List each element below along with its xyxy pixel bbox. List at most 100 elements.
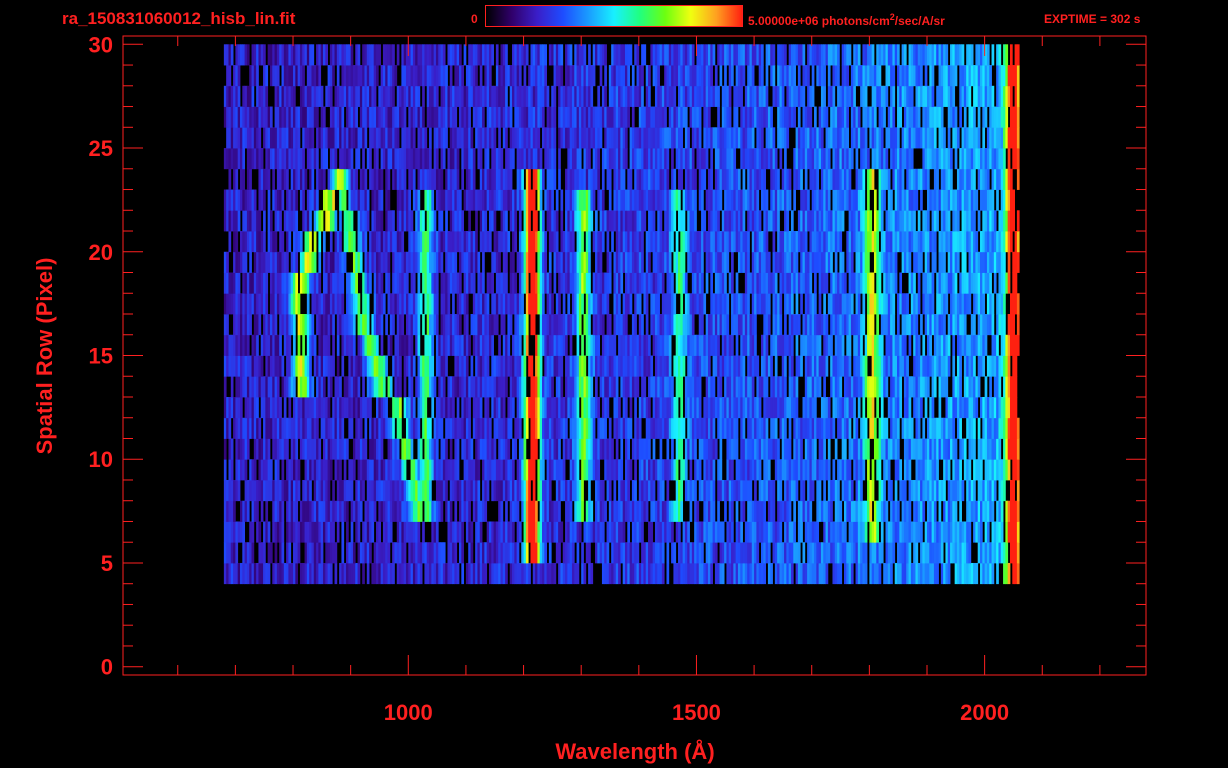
heatmap-cell <box>316 438 319 460</box>
heatmap-cell <box>890 272 893 294</box>
heatmap-cell <box>290 210 294 232</box>
heatmap-cell <box>279 438 282 460</box>
heatmap-cell <box>956 314 960 336</box>
heatmap-cell <box>574 459 577 481</box>
heatmap-cell <box>382 231 386 253</box>
heatmap-cell <box>544 231 548 253</box>
heatmap-cell <box>864 376 868 398</box>
heatmap-cell <box>267 521 271 543</box>
heatmap-cell <box>230 355 234 377</box>
heatmap-cell <box>701 231 704 253</box>
heatmap-cell <box>516 334 520 356</box>
heatmap-cell <box>767 438 771 460</box>
heatmap-cell <box>666 438 670 460</box>
heatmap-cell <box>816 251 820 273</box>
heatmap-cell <box>417 272 421 294</box>
heatmap-cell <box>933 438 937 460</box>
heatmap-cell <box>1014 355 1018 377</box>
heatmap-cell <box>440 231 444 253</box>
heatmap-cell <box>724 293 727 315</box>
heatmap-cell <box>959 459 962 481</box>
heatmap-cell <box>355 562 358 585</box>
heatmap-cell <box>329 562 333 585</box>
heatmap-cell <box>689 251 693 273</box>
heatmap-cell <box>417 251 421 273</box>
heatmap-cell <box>989 251 992 273</box>
heatmap-cell <box>809 334 813 356</box>
heatmap-cell <box>401 210 405 232</box>
heatmap-cell <box>459 293 462 315</box>
heatmap-cell <box>465 500 469 522</box>
heatmap-cell <box>947 355 951 377</box>
heatmap-cell <box>654 521 658 543</box>
heatmap-cell <box>966 355 969 377</box>
heatmap-cell <box>1016 562 1020 585</box>
heatmap-cell <box>318 438 322 460</box>
heatmap-cell <box>744 251 748 273</box>
heatmap-cell <box>1012 355 1015 377</box>
heatmap-cell <box>558 479 561 502</box>
heatmap-cell <box>1003 396 1006 419</box>
heatmap-cell <box>505 438 508 460</box>
heatmap-cell <box>659 314 663 336</box>
heatmap-cell <box>482 459 485 481</box>
heatmap-cell <box>767 272 771 294</box>
heatmap-cell <box>984 251 988 273</box>
heatmap-cell <box>606 438 610 460</box>
heatmap-cell <box>779 521 783 543</box>
heatmap-cell <box>371 231 375 253</box>
heatmap-cell <box>369 251 372 273</box>
heatmap-cell <box>684 314 688 336</box>
heatmap-cell <box>512 355 515 377</box>
heatmap-cell <box>500 355 504 377</box>
heatmap-cell <box>848 293 852 315</box>
heatmap-cell <box>341 314 345 336</box>
heatmap-cell <box>641 314 644 336</box>
heatmap-cell <box>998 293 1002 315</box>
heatmap-cell <box>903 438 907 460</box>
heatmap-cell <box>740 231 743 253</box>
heatmap-cell <box>293 376 296 398</box>
heatmap-cell <box>313 542 317 564</box>
heatmap-cell <box>959 355 962 377</box>
heatmap-cell <box>862 376 866 398</box>
heatmap-cell <box>871 355 875 377</box>
heatmap-cell <box>772 542 776 564</box>
heatmap-cell <box>336 521 340 543</box>
heatmap-cell <box>680 542 684 564</box>
heatmap-cell <box>320 521 324 543</box>
heatmap-cell <box>834 521 838 543</box>
heatmap-cell <box>869 376 873 398</box>
heatmap-cell <box>233 334 236 356</box>
heatmap-cell <box>578 272 582 294</box>
heatmap-cell <box>717 521 720 543</box>
heatmap-cell <box>954 500 958 522</box>
heatmap-cell <box>973 417 976 439</box>
heatmap-cell <box>256 417 259 439</box>
heatmap-cell <box>860 314 863 336</box>
heatmap-cell <box>394 479 398 502</box>
heatmap-cell <box>650 479 654 502</box>
heatmap-cell <box>502 396 506 419</box>
heatmap-cell <box>943 417 946 439</box>
heatmap-cell <box>601 438 605 460</box>
heatmap-cell <box>316 562 319 585</box>
heatmap-cell <box>915 376 919 398</box>
heatmap-cell <box>878 438 882 460</box>
heatmap-cell <box>327 542 331 564</box>
heatmap-cell <box>276 479 280 502</box>
heatmap-cell <box>509 459 513 481</box>
heatmap-cell <box>991 542 995 564</box>
heatmap-cell <box>830 251 833 273</box>
heatmap-cell <box>890 438 893 460</box>
heatmap-cell <box>442 479 446 502</box>
heatmap-cell <box>366 521 370 543</box>
heatmap-cell <box>682 417 686 439</box>
heatmap-cell <box>366 314 370 336</box>
heatmap-cell <box>915 355 919 377</box>
heatmap-cell <box>666 355 670 377</box>
heatmap-cell <box>756 542 760 564</box>
heatmap-cell <box>920 396 923 419</box>
heatmap-cell <box>410 231 414 253</box>
heatmap-cell <box>906 459 909 481</box>
